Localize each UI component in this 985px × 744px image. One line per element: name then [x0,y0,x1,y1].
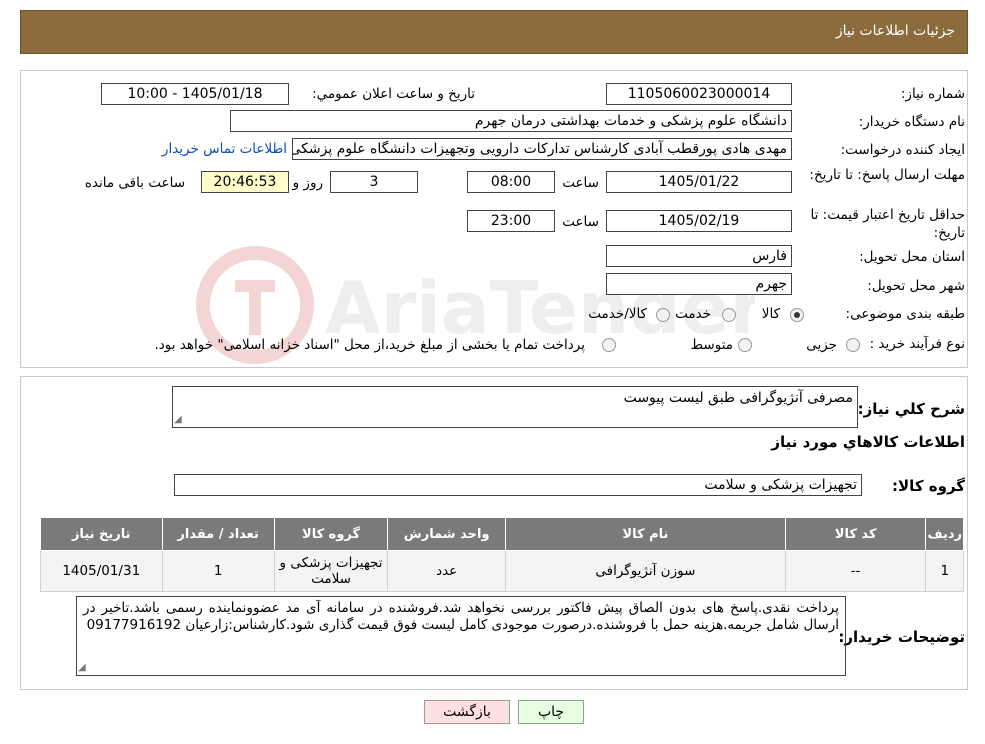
process-medium-label: متوسط [690,337,733,353]
need-number-label: شماره نیاز: [900,86,965,102]
process-radio-minor[interactable] [846,338,860,352]
page-title: جزئیات اطلاعات نیاز [835,23,955,39]
validity-date-field: 1405/02/19 [606,210,792,232]
remaining-label: ساعت باقی مانده [84,175,185,191]
back-button[interactable]: بازگشت [424,700,510,724]
province-label: استان محل تحویل: [859,249,965,265]
cell-qty: 1 [161,550,275,592]
deadline-time-label: ساعت [562,175,599,191]
page-header: جزئیات اطلاعات نیاز [20,10,968,54]
validity-time-field: 23:00 [467,210,555,232]
announce-date-field: 1405/01/18 - 10:00 [101,83,289,105]
city-field: جهرم [606,273,792,295]
category-label: طبقه بندی موضوعی: [845,306,965,322]
process-radio-treasury[interactable] [602,338,616,352]
resize-grip-icon[interactable]: ◢ [78,662,86,673]
goods-group-label: گروه کالا: [892,477,965,495]
process-label: نوع فرآیند خرید : [869,336,965,352]
days-field: 3 [330,171,418,193]
col-group-header: گروه کالا [273,517,389,551]
deadline-time-field: 08:00 [467,171,555,193]
announce-date-label: تاریخ و ساعت اعلان عمومي: [312,86,475,102]
buyer-field: دانشگاه علوم پزشکی و خدمات بهداشتی درمان… [230,110,792,132]
col-code-header: کد کالا [784,517,927,551]
buyer-contact-link[interactable]: اطلاعات تماس خریدار [162,141,287,157]
col-name-header: نام کالا [504,517,786,551]
table-header-row: رديف کد کالا نام کالا واحد شمارش گروه کا… [40,517,964,551]
validity-time-label: ساعت [562,214,599,230]
category-goods-service-label: کالا/خدمت [588,306,647,322]
cell-group: تجهیزات پزشکی و سلامت [273,550,389,592]
process-note: پرداخت تمام یا بخشی از مبلغ خرید،از محل … [154,337,585,353]
print-button[interactable]: چاپ [518,700,584,724]
province-field: فارس [606,245,792,267]
remaining-time-field: 20:46:53 [201,171,289,193]
category-radio-goods-service[interactable] [656,308,670,322]
cell-row: 1 [925,550,964,592]
cell-date: 1405/01/31 [40,550,163,592]
col-row-header: رديف [925,517,964,551]
category-service-label: خدمت [675,306,711,322]
category-radio-goods[interactable] [790,308,804,322]
city-label: شهر محل تحویل: [867,278,965,294]
category-goods-label: کالا [761,306,780,322]
days-label: روز و [292,175,323,191]
validity-label: حداقل تاریخ اعتبار قیمت: تا تاریخ: [810,207,965,241]
process-minor-label: جزیی [806,337,837,353]
description-field: مصرفی آنژیوگرافی طبق لیست پیوست [172,386,858,428]
cell-code: -- [784,550,927,592]
items-table: رديف کد کالا نام کالا واحد شمارش گروه کا… [40,517,964,592]
col-date-header: تاريخ نياز [40,517,163,551]
goods-group-field: تجهیزات پزشکی و سلامت [174,474,862,496]
creator-label: ایجاد کننده درخواست: [840,142,965,158]
process-radio-medium[interactable] [738,338,752,352]
goods-info-title: اطلاعات کالاهاي مورد نياز [771,433,965,451]
creator-field: مهدی هادی پورقطب آبادی کارشناس تدارکات د… [292,138,792,160]
deadline-date-field: 1405/01/22 [606,171,792,193]
category-radio-service[interactable] [722,308,736,322]
need-number-field: 1105060023000014 [606,83,792,105]
col-qty-header: تعداد / مقدار [161,517,275,551]
table-row: 1 -- سوزن آنژیوگرافی عدد تجهیزات پزشکی و… [40,550,964,592]
notes-label: توضیحات خریدار: [838,628,965,646]
resize-grip-icon[interactable]: ◢ [174,414,182,425]
cell-unit: عدد [387,550,506,592]
col-unit-header: واحد شمارش [387,517,506,551]
notes-field: پرداخت نقدی.پاسخ های بدون الصاق پیش فاکت… [76,596,846,676]
description-label: شرح کلي نياز: [857,400,965,418]
cell-name: سوزن آنژیوگرافی [504,550,786,592]
buyer-label: نام دستگاه خریدار: [858,114,965,130]
deadline-label: مهلت ارسال پاسخ: تا تاریخ: [809,167,965,183]
